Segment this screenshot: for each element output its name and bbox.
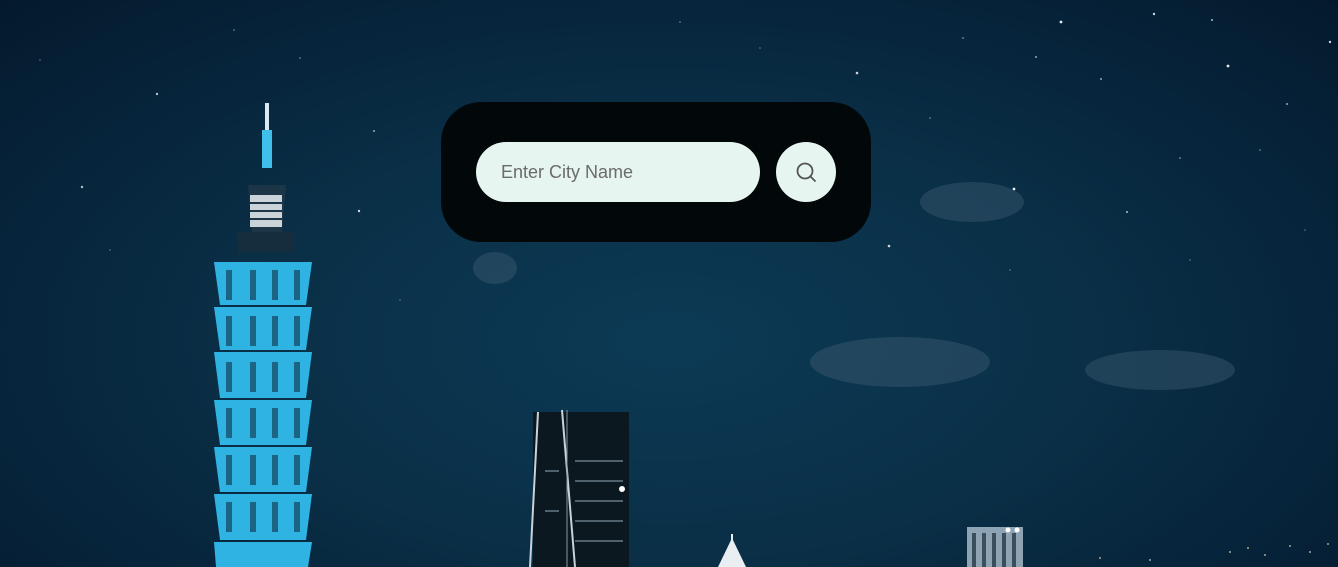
skyscraper-center [529,409,629,567]
building-right [967,527,1023,567]
search-panel [441,102,871,242]
distant-city-lights [1099,543,1329,561]
dome-building [718,534,746,567]
city-search-input[interactable] [476,142,760,202]
taipei-101-tower [214,103,312,567]
city-night-background [39,12,1332,567]
search-icon [796,162,816,182]
search-button[interactable] [776,142,836,202]
weather-search-page [0,0,1338,567]
